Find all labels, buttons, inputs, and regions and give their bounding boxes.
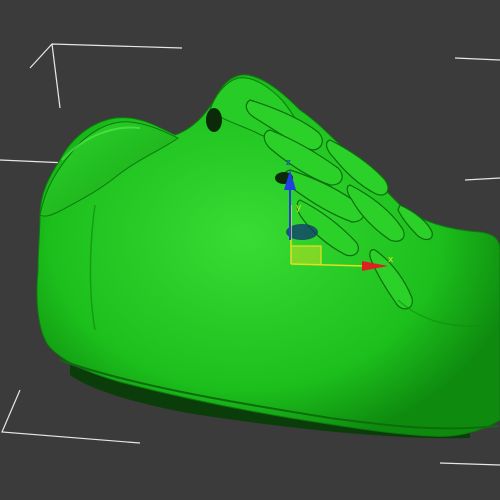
3d-viewport[interactable]: x y z: [0, 0, 500, 500]
gizmo-xy-plane[interactable]: [291, 246, 321, 264]
bracket-top-right: [454, 57, 500, 61]
gizmo-x-label: x: [388, 255, 394, 265]
gizmo-y-label: y: [296, 203, 302, 213]
viewport-scene[interactable]: x y z: [0, 0, 500, 500]
bracket-bottom-left: [1, 389, 141, 444]
shoe-eyelet-hole: [206, 108, 222, 132]
bracket-bottom-right: [439, 462, 500, 466]
bracket-top-left-vertical: [51, 43, 61, 109]
shoe-model[interactable]: [36, 74, 500, 439]
gizmo-z-label: z: [286, 158, 291, 168]
bracket-mid-right: [464, 177, 500, 181]
